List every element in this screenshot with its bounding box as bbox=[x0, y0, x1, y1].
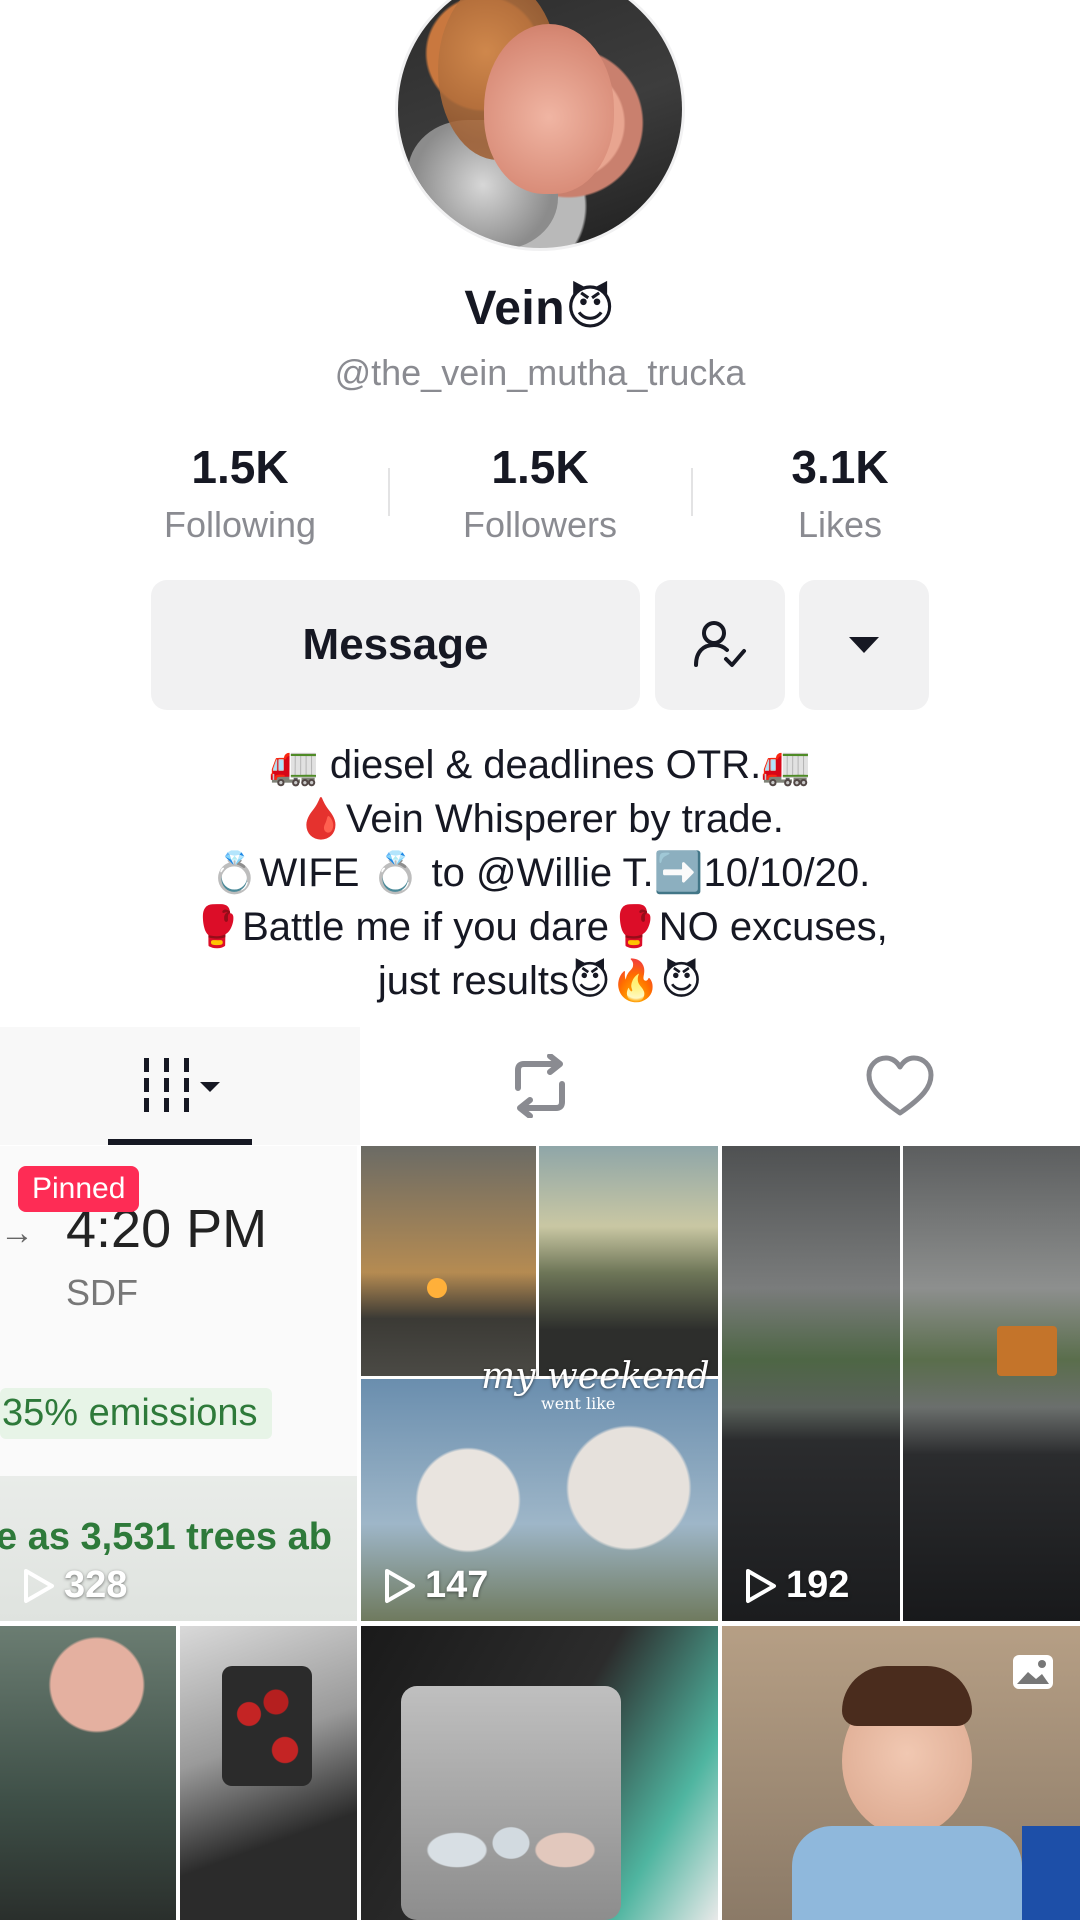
play-icon bbox=[24, 1568, 54, 1603]
active-tab-indicator bbox=[108, 1139, 252, 1145]
photo-icon bbox=[1013, 1655, 1053, 1689]
profile-avatar[interactable] bbox=[398, 0, 682, 248]
stat-following-label: Following bbox=[163, 504, 317, 545]
thumb-storm-right bbox=[903, 1146, 1080, 1621]
more-dropdown-button[interactable] bbox=[799, 580, 929, 710]
view-count-value: 328 bbox=[64, 1564, 128, 1606]
heart-icon bbox=[866, 1055, 934, 1116]
stat-followers-value: 1.5K bbox=[491, 441, 589, 493]
profile-tabs bbox=[0, 1027, 1080, 1145]
bio-line: 💍WIFE 💍 to @Willie T.➡️10/10/20. bbox=[209, 851, 871, 895]
thumb-trees: e as 3,531 trees ab bbox=[0, 1516, 332, 1558]
stat-likes-value: 3.1K bbox=[791, 441, 889, 493]
thumb-emissions: 35% emissions bbox=[0, 1388, 272, 1439]
arrow-icon: → bbox=[0, 1214, 34, 1252]
thumb-chair bbox=[1022, 1826, 1080, 1920]
thumb-child-hair bbox=[842, 1666, 972, 1726]
user-check-icon bbox=[694, 621, 746, 667]
stat-following[interactable]: 1.5K Following bbox=[120, 440, 360, 546]
view-count: 147 bbox=[383, 1564, 488, 1607]
thumb-storm-left bbox=[722, 1146, 900, 1621]
following-button[interactable] bbox=[655, 580, 785, 710]
video-thumbnail[interactable]: → 4:20 PM SDF 35% emissions e as 3,531 t… bbox=[0, 1146, 357, 1621]
bio-line: 🥊Battle me if you dare🥊NO excuses, bbox=[192, 905, 888, 949]
videos-grid-icon bbox=[144, 1058, 220, 1112]
pinned-badge: Pinned bbox=[18, 1166, 140, 1212]
view-count-value: 147 bbox=[425, 1564, 489, 1606]
thumb-caption-sub: went like bbox=[541, 1394, 616, 1413]
view-count: 328 bbox=[22, 1564, 127, 1607]
bio-line: 🩸Vein Whisperer by trade. bbox=[296, 797, 784, 841]
video-thumbnail[interactable]: 192 bbox=[722, 1146, 1080, 1621]
video-thumbnail[interactable] bbox=[0, 1626, 357, 1920]
thumb-caption: my weekend bbox=[481, 1356, 710, 1397]
view-count-value: 192 bbox=[786, 1564, 850, 1606]
thumb-child-shirt bbox=[792, 1826, 1022, 1920]
thumb-truck bbox=[997, 1326, 1057, 1376]
tab-liked[interactable] bbox=[720, 1027, 1080, 1145]
thumb-person bbox=[0, 1626, 176, 1920]
stat-followers-label: Followers bbox=[462, 504, 618, 545]
stat-likes[interactable]: 3.1K Likes bbox=[720, 440, 960, 546]
stat-divider bbox=[691, 468, 693, 516]
avatar-face bbox=[484, 24, 614, 194]
video-thumbnail[interactable] bbox=[722, 1626, 1080, 1920]
stat-followers[interactable]: 1.5K Followers bbox=[420, 440, 660, 546]
bio-line: just results😈🔥😈 bbox=[377, 959, 703, 1003]
repost-icon bbox=[515, 1054, 565, 1118]
stat-divider bbox=[388, 468, 390, 516]
thumb-red-nails bbox=[222, 1666, 312, 1786]
tab-videos[interactable] bbox=[0, 1027, 360, 1145]
message-button[interactable]: Message bbox=[151, 580, 640, 710]
view-count: 192 bbox=[744, 1564, 849, 1607]
profile-handle: @the_vein_mutha_trucka bbox=[334, 352, 746, 393]
thumb-nail-tips bbox=[421, 1766, 601, 1906]
play-icon bbox=[385, 1568, 415, 1603]
thumb-road bbox=[539, 1146, 718, 1376]
thumb-sunset bbox=[361, 1146, 536, 1376]
bio-line: 🚛 diesel & deadlines OTR.🚛 bbox=[268, 743, 812, 787]
profile-bio: 🚛 diesel & deadlines OTR.🚛 🩸Vein Whisper… bbox=[0, 738, 1080, 1008]
profile-name: Vein😈 bbox=[464, 282, 616, 335]
tab-reposts[interactable] bbox=[360, 1027, 720, 1145]
message-button-label: Message bbox=[302, 620, 489, 669]
video-thumbnail[interactable]: my weekend went like 147 bbox=[361, 1146, 718, 1621]
stat-likes-label: Likes bbox=[797, 504, 883, 545]
video-thumbnail[interactable] bbox=[361, 1626, 718, 1920]
play-icon bbox=[746, 1568, 776, 1603]
thumb-code: SDF bbox=[66, 1272, 138, 1313]
thumb-sun bbox=[427, 1278, 447, 1298]
stat-following-value: 1.5K bbox=[191, 441, 289, 493]
caret-down-icon bbox=[849, 637, 879, 653]
